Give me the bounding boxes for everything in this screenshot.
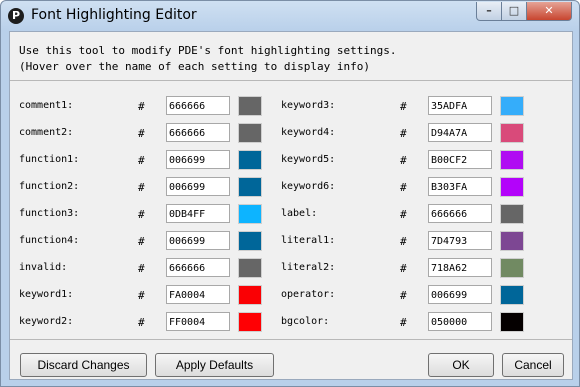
- color-swatch[interactable]: [500, 258, 524, 278]
- right-setting-row: bgcolor: #050000: [10, 311, 572, 335]
- setting-label[interactable]: operator:: [281, 289, 335, 300]
- maximize-icon: □: [508, 4, 520, 17]
- right-setting-row: literal2: #718A62: [10, 257, 572, 281]
- setting-label[interactable]: keyword4:: [281, 127, 335, 138]
- hash-symbol: #: [400, 316, 407, 329]
- setting-label[interactable]: bgcolor:: [281, 316, 329, 327]
- setting-label[interactable]: keyword3:: [281, 100, 335, 111]
- hex-color-input[interactable]: 050000: [428, 312, 492, 331]
- top-divider: [10, 80, 572, 81]
- right-setting-row: literal1: #7D4793: [10, 230, 572, 254]
- maximize-button[interactable]: □: [501, 2, 527, 21]
- hash-symbol: #: [400, 181, 407, 194]
- color-swatch[interactable]: [500, 123, 524, 143]
- hash-symbol: #: [400, 262, 407, 275]
- right-setting-row: keyword5: # B00CF2: [10, 149, 572, 173]
- color-swatch[interactable]: [500, 231, 524, 251]
- color-swatch[interactable]: [500, 96, 524, 116]
- hash-symbol: #: [400, 289, 407, 302]
- setting-label[interactable]: keyword5:: [281, 154, 335, 165]
- dialog-content: Use this tool to modify PDE's font highl…: [9, 31, 573, 380]
- setting-label[interactable]: literal1:: [281, 235, 335, 246]
- bottom-divider: [10, 339, 572, 340]
- right-setting-row: keyword6: # B303FA: [10, 176, 572, 200]
- color-swatch[interactable]: [500, 177, 524, 197]
- hex-color-input[interactable]: 35ADFA: [428, 96, 492, 115]
- right-setting-row: label: #666666: [10, 203, 572, 227]
- hash-symbol: #: [400, 100, 407, 113]
- color-swatch[interactable]: [500, 204, 524, 224]
- processing-app-icon: P: [8, 8, 24, 24]
- color-swatch[interactable]: [500, 312, 524, 332]
- hex-color-input[interactable]: 7D4793: [428, 231, 492, 250]
- right-setting-row: keyword3: #35ADFA: [10, 95, 572, 119]
- hex-color-input[interactable]: D94A7A: [428, 123, 492, 142]
- window-title: Font Highlighting Editor: [31, 7, 197, 23]
- title-bar[interactable]: P Font Highlighting Editor – □ ✕: [1, 1, 579, 29]
- color-swatch[interactable]: [500, 285, 524, 305]
- hex-color-input[interactable]: B00CF2: [428, 150, 492, 169]
- setting-label[interactable]: keyword6:: [281, 181, 335, 192]
- close-button[interactable]: ✕: [526, 2, 572, 21]
- apply-defaults-button[interactable]: Apply Defaults: [155, 353, 274, 377]
- info-text: Use this tool to modify PDE's font highl…: [19, 43, 397, 75]
- info-line-1: Use this tool to modify PDE's font highl…: [19, 44, 397, 57]
- hex-color-input[interactable]: 718A62: [428, 258, 492, 277]
- right-setting-row: operator: #006699: [10, 284, 572, 308]
- minimize-icon: –: [486, 4, 492, 17]
- right-setting-row: keyword4: # D94A7A: [10, 122, 572, 146]
- hex-color-input[interactable]: B303FA: [428, 177, 492, 196]
- hash-symbol: #: [400, 208, 407, 221]
- hash-symbol: #: [400, 154, 407, 167]
- info-line-2: (Hover over the name of each setting to …: [19, 60, 370, 73]
- font-highlighting-editor-window: P Font Highlighting Editor – □ ✕ Use thi…: [0, 0, 580, 387]
- hex-color-input[interactable]: 666666: [428, 204, 492, 223]
- setting-label[interactable]: literal2:: [281, 262, 335, 273]
- minimize-button[interactable]: –: [476, 2, 502, 21]
- hash-symbol: #: [400, 235, 407, 248]
- setting-label[interactable]: label:: [281, 208, 317, 219]
- hex-color-input[interactable]: 006699: [428, 285, 492, 304]
- close-icon: ✕: [544, 4, 554, 17]
- cancel-button[interactable]: Cancel: [502, 353, 564, 377]
- hash-symbol: #: [400, 127, 407, 140]
- discard-changes-button[interactable]: Discard Changes: [20, 353, 147, 377]
- ok-button[interactable]: OK: [428, 353, 494, 377]
- color-swatch[interactable]: [500, 150, 524, 170]
